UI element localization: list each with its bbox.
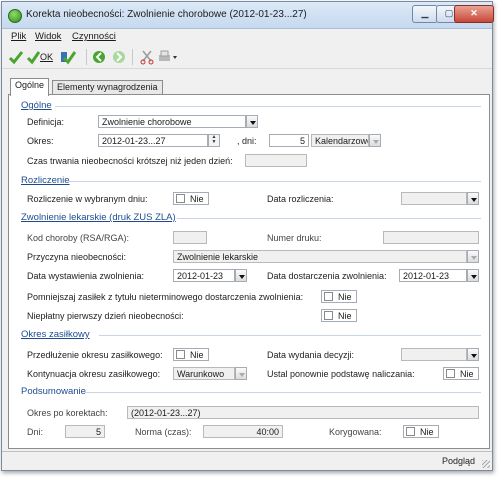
menu-czynnosci[interactable]: Czynności	[72, 31, 116, 42]
rozliczenie-w-dniu-label: Rozliczenie w wybranym dniu:	[27, 194, 148, 204]
section-divider	[69, 181, 481, 182]
tab-panel-ogolne: Ogólne Definicja: Zwolnienie chorobowe O…	[8, 94, 490, 449]
data-rozliczenia-input[interactable]	[401, 192, 467, 205]
tab-ogolne[interactable]: Ogólne	[10, 78, 50, 96]
korygowana-checkbox[interactable]: Nie	[403, 425, 439, 438]
przyczyna-label: Przyczyna nieobecności:	[27, 252, 127, 262]
ok-button[interactable]: OK	[26, 49, 58, 65]
ok-next-icon[interactable]	[60, 49, 77, 65]
status-bar: Podgląd	[2, 451, 492, 470]
toolbar-separator	[86, 49, 87, 65]
app-icon	[8, 9, 22, 23]
norma-label: Norma (czas):	[135, 427, 192, 437]
tab-strip: Ogólne Elementy wynagrodzenia	[2, 78, 492, 96]
section-ogolne-header: Ogólne	[21, 100, 52, 111]
section-divider	[99, 335, 481, 336]
okres-po-korektach-label: Okres po korektach:	[27, 408, 108, 418]
title-bar[interactable]: Korekta nieobecności: Zwolnienie chorobo…	[2, 2, 494, 29]
data-decyzji-input[interactable]	[401, 348, 467, 361]
okres-input[interactable]: 2012-01-23...27	[98, 134, 208, 147]
section-zwolnienie-header: Zwolnienie lekarskie (druk ZUS ZLA)	[21, 212, 176, 223]
przedluzenie-label: Przedłużenie okresu zasiłkowego:	[27, 350, 163, 360]
data-wystawienia-input[interactable]: 2012-01-23	[173, 269, 235, 282]
data-decyzji-label: Data wydania decyzji:	[267, 350, 355, 360]
numer-druku-input[interactable]	[383, 231, 479, 244]
typ-dni-dropdown-button[interactable]	[369, 134, 381, 147]
print-dropdown-icon[interactable]	[158, 49, 180, 65]
nieplatny-label: Niepłatny pierwszy dzień nieobecności:	[27, 311, 184, 321]
checkbox-label: Nie	[338, 292, 352, 302]
norma-value: 40:00	[203, 425, 283, 438]
tab-elementy-wynagrodzenia[interactable]: Elementy wynagrodzenia	[52, 80, 163, 95]
kontynuacja-label: Kontynuacja okresu zasiłkowego:	[27, 369, 161, 379]
dialog-window: Korekta nieobecności: Zwolnienie chorobo…	[1, 1, 494, 471]
ustal-podstawe-label: Ustal ponownie podstawę naliczania:	[267, 369, 415, 379]
kontynuacja-dropdown-button[interactable]	[235, 367, 247, 380]
czas-trwania-input[interactable]	[245, 154, 307, 167]
preview-label[interactable]: Podgląd	[442, 456, 475, 466]
nieplatny-checkbox[interactable]: Nie	[321, 309, 357, 322]
menu-bar: Plik Widok Czynności	[2, 29, 492, 44]
czas-trwania-label: Czas trwania nieobecności krótszej niż j…	[27, 156, 233, 166]
checkbox-label: Nie	[190, 350, 204, 360]
data-rozliczenia-label: Data rozliczenia:	[267, 194, 334, 204]
cut-icon[interactable]	[140, 49, 154, 65]
data-wystawienia-label: Data wystawienia zwolnienia:	[27, 271, 145, 281]
okres-label: Okres:	[27, 136, 54, 146]
definicja-dropdown-button[interactable]	[246, 115, 258, 128]
checkbox-label: Nie	[420, 427, 434, 437]
przyczyna-select[interactable]: Zwolnienie lekarskie	[173, 250, 467, 263]
section-okres-zasilkowy-header: Okres zasiłkowy	[21, 329, 90, 340]
data-dostarczenia-dropdown-button[interactable]	[467, 269, 479, 282]
data-dostarczenia-input[interactable]: 2012-01-23	[399, 269, 467, 282]
okres-po-korektach-value: (2012-01-23...27)	[127, 406, 479, 419]
data-decyzji-dropdown-button[interactable]	[467, 348, 479, 361]
data-rozliczenia-dropdown-button[interactable]	[467, 192, 479, 205]
okres-spinner[interactable]: ▲ ▼	[208, 134, 220, 147]
window-title: Korekta nieobecności: Zwolnienie chorobo…	[26, 9, 307, 20]
section-rozliczenie-header: Rozliczenie	[21, 175, 70, 186]
save-check-icon[interactable]	[8, 49, 24, 65]
ustal-podstawe-checkbox[interactable]: Nie	[443, 367, 479, 380]
korygowana-label: Korygowana:	[329, 427, 382, 437]
dni-summary-value: 5	[65, 425, 105, 438]
pomniejszaj-checkbox[interactable]: Nie	[321, 290, 357, 303]
kod-choroby-input[interactable]	[173, 231, 207, 244]
ok-label: OK	[40, 52, 54, 62]
previous-icon[interactable]	[92, 49, 106, 65]
dni-input[interactable]: 5	[269, 134, 309, 147]
section-divider	[177, 218, 481, 219]
przedluzenie-checkbox[interactable]: Nie	[173, 348, 209, 361]
numer-druku-label: Numer druku:	[267, 233, 322, 243]
kontynuacja-select[interactable]: Warunkowo	[173, 367, 235, 380]
toolbar-separator	[132, 49, 133, 65]
checkbox-label: Nie	[190, 194, 204, 204]
definicja-label: Definicja:	[27, 117, 65, 127]
minimize-button[interactable]: ▁	[412, 5, 438, 23]
close-button[interactable]: ✕	[454, 5, 494, 23]
pomniejszaj-label: Pomniejszaj zasiłek z tytułu nieterminow…	[27, 292, 304, 302]
section-divider	[85, 392, 481, 393]
dni-summary-label: Dni:	[27, 427, 44, 437]
menu-plik[interactable]: Plik	[11, 31, 26, 42]
menu-widok[interactable]: Widok	[35, 31, 61, 42]
toolbar: OK	[2, 46, 492, 69]
data-wystawienia-dropdown-button[interactable]	[235, 269, 247, 282]
resize-grip-icon[interactable]	[482, 460, 490, 468]
typ-dni-select[interactable]: Kalendarzowe	[311, 134, 369, 147]
dni-label: , dni:	[237, 136, 257, 146]
section-podsumowanie-header: Podsumowanie	[21, 386, 86, 397]
kod-choroby-label: Kod choroby (RSA/RGA):	[27, 233, 130, 243]
data-dostarczenia-label: Data dostarczenia zwolnienia:	[267, 271, 387, 281]
rozliczenie-w-dniu-checkbox[interactable]: Nie	[173, 192, 209, 205]
przyczyna-dropdown-button[interactable]	[467, 250, 479, 263]
checkbox-label: Nie	[460, 369, 474, 379]
checkbox-label: Nie	[338, 311, 352, 321]
section-divider	[55, 106, 481, 107]
next-icon[interactable]	[112, 49, 126, 65]
definicja-select[interactable]: Zwolnienie chorobowe	[98, 115, 246, 128]
